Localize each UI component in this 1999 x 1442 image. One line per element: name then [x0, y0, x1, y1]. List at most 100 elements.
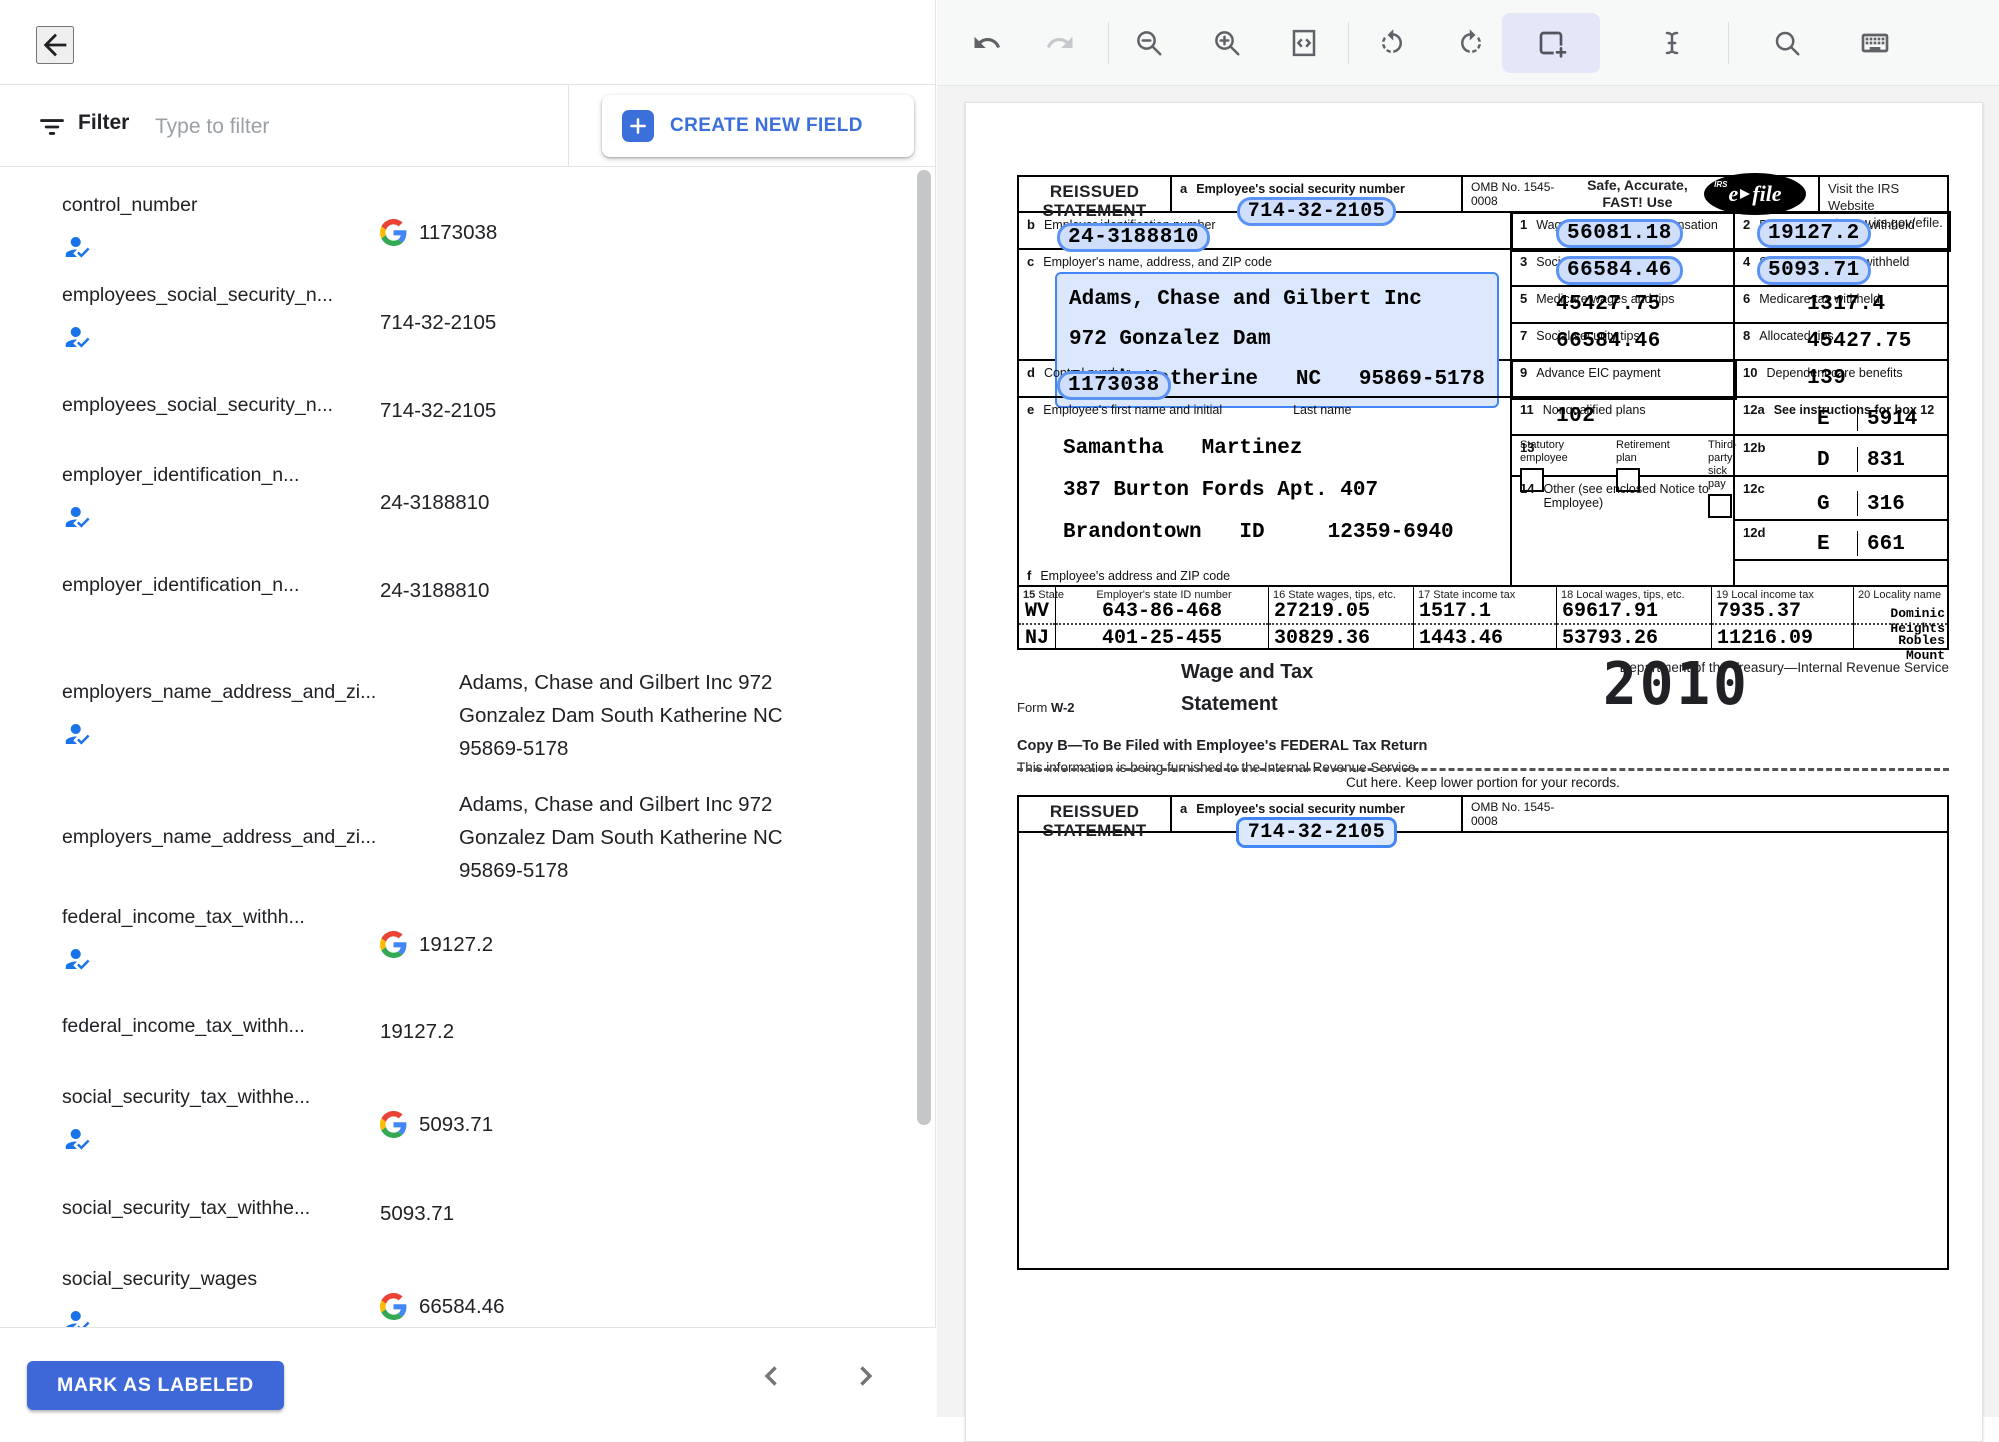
next-page-button[interactable]: [848, 1356, 888, 1396]
back-button[interactable]: [36, 26, 74, 64]
state-col-3: 17 State income tax1517.11443.46: [1414, 587, 1557, 648]
state-col-1: Employer's state ID number643-86-468401-…: [1056, 587, 1269, 648]
box-value: 66584.46: [1556, 330, 1661, 353]
field-list-item[interactable]: social_security_wages66584.46: [0, 1255, 916, 1327]
google-extracted-icon: [380, 1111, 407, 1138]
zoom-in-button[interactable]: [1204, 20, 1250, 66]
search-button[interactable]: [1764, 20, 1810, 66]
filter-label: Filter: [78, 111, 129, 135]
field-list-item[interactable]: employer_identification_n...24-3188810: [0, 561, 916, 648]
employee-value: Samantha Martinez387 Burton Fords Apt. 4…: [1063, 428, 1454, 554]
field-list-item[interactable]: employers_name_address_and_zi... Adams, C…: [0, 769, 916, 893]
omb-number: OMB No. 1545-0008: [1463, 800, 1569, 828]
box-value: 139: [1807, 367, 1846, 390]
keyboard-button[interactable]: [1852, 20, 1898, 66]
state-row-divider: [1269, 623, 1413, 625]
state-row-divider: [1712, 623, 1853, 625]
box-2-cell: 2Federal income tax withheld19127.2: [1735, 213, 1947, 250]
field-list-panel: Filter CREATE NEW FIELD control_number11…: [0, 0, 936, 1417]
reissued-cell: REISSUEDSTATEMENT: [1019, 177, 1172, 213]
box-12b-cell: 12bD831: [1735, 436, 1947, 477]
rotate-left-icon: [1377, 28, 1407, 58]
fit-width-button[interactable]: [1281, 20, 1327, 66]
box-label: 12d: [1735, 521, 1947, 540]
ssn-cell: aEmployee's social security number714-32…: [1172, 177, 1463, 213]
ein-cell: bEmployer identification number24-318881…: [1019, 213, 1512, 250]
state-row-value: 7935.37: [1712, 600, 1853, 623]
w2-form-copy-b: REISSUEDSTATEMENTaEmployee's social secu…: [1017, 175, 1949, 650]
mark-as-labeled-button[interactable]: MARK AS LABELED: [27, 1361, 284, 1410]
empty-cell: [1735, 561, 1947, 585]
box-8-cell: 8Allocated tips45427.75: [1735, 324, 1947, 361]
field-list-item[interactable]: employees_social_security_n...714-32-210…: [0, 271, 916, 381]
safe-accurate-text: Safe, Accurate,FAST! Use: [1579, 177, 1696, 211]
box-10-cell: 10Dependent care benefits139: [1735, 361, 1947, 398]
field-name-label: social_security_tax_withhe...: [62, 1197, 362, 1220]
field-value: 714-32-2105: [380, 306, 496, 339]
field-list-scrollbar[interactable]: [917, 170, 931, 1125]
field-value: 5093.71: [419, 1108, 493, 1141]
state-row-value: 1517.1: [1414, 600, 1556, 623]
plus-icon: [622, 110, 654, 142]
filter-bar: Filter CREATE NEW FIELD: [0, 84, 935, 167]
zoom-out-button[interactable]: [1126, 20, 1172, 66]
field-name-label: employer_identification_n...: [62, 464, 362, 487]
toolbar-divider: [1108, 22, 1109, 64]
box-value: 56081.18: [1556, 219, 1683, 248]
box-value: 1317.4: [1807, 293, 1886, 316]
state-row-value: 69617.91: [1557, 600, 1711, 623]
field-value: 19127.2: [380, 1015, 454, 1048]
field-list-item[interactable]: social_security_tax_withhe...5093.71: [0, 1073, 916, 1184]
document-viewer: REISSUEDSTATEMENTaEmployee's social secu…: [937, 0, 1999, 1417]
box-label: 11Nonqualified plans: [1512, 398, 1733, 417]
toolbar-divider: [1728, 22, 1729, 64]
field-list-item[interactable]: federal_income_tax_withh...19127.2: [0, 1002, 916, 1073]
rotate-right-icon: [1456, 28, 1486, 58]
box-label: eEmployee's first name and initialLast n…: [1019, 398, 1510, 417]
document-page[interactable]: REISSUEDSTATEMENTaEmployee's social secu…: [965, 102, 1983, 1442]
field-list-item[interactable]: employers_name_address_and_zi...Adams, C…: [0, 648, 916, 769]
box-value: 24-3188810: [1057, 223, 1210, 252]
box-7-cell: 7Social security tips66584.46: [1512, 324, 1735, 361]
field-list-item[interactable]: social_security_tax_withhe...5093.71: [0, 1184, 916, 1255]
field-name-label: control_number: [62, 194, 362, 217]
text-select-icon: [1657, 28, 1687, 58]
rotate-right-button[interactable]: [1448, 20, 1494, 66]
state-header: 20 Locality name: [1854, 587, 1947, 601]
rotate-left-button[interactable]: [1369, 20, 1415, 66]
state-col-6: 20 Locality nameDominic HeightsRobles Mo…: [1854, 587, 1947, 648]
previous-page-button[interactable]: [755, 1356, 795, 1396]
field-list-item[interactable]: employer_identification_n...24-3188810: [0, 451, 916, 561]
add-bounding-box-button[interactable]: [1502, 13, 1600, 73]
field-list-item[interactable]: federal_income_tax_withh...19127.2: [0, 893, 916, 1002]
undo-button[interactable]: [964, 20, 1010, 66]
box-value: 66584.46: [1556, 256, 1683, 285]
box-label: 12c: [1735, 477, 1947, 496]
box-1-cell: 1Wages, tips, other compensation56081.18: [1512, 213, 1735, 250]
field-list-item[interactable]: control_number1173038: [0, 181, 916, 271]
redo-button[interactable]: [1037, 20, 1083, 66]
state-row-value: 401-25-455: [1056, 627, 1268, 650]
state-row-value: 53793.26: [1557, 627, 1711, 650]
box-6-cell: 6Medicare tax withheld1317.4: [1735, 287, 1947, 324]
field-value: 24-3188810: [380, 574, 489, 607]
google-extracted-icon: [380, 931, 407, 958]
box-label: 12b: [1735, 436, 1947, 455]
field-list-item[interactable]: employees_social_security_n...714-32-210…: [0, 381, 916, 451]
field-value: Adams, Chase and Gilbert Inc 972 Gonzale…: [459, 788, 849, 887]
box-label: 14Other (see enclosed Notice to Employee…: [1512, 477, 1733, 510]
text-select-button[interactable]: [1649, 20, 1695, 66]
ssn-cell: aEmployee's social security number714-32…: [1172, 797, 1463, 833]
box-12b-code: D: [1817, 449, 1830, 472]
state-row-divider: [1019, 623, 1055, 625]
box-label: aEmployee's social security number: [1172, 177, 1461, 196]
filter-input[interactable]: [155, 103, 550, 151]
create-new-field-button[interactable]: CREATE NEW FIELD: [602, 95, 914, 157]
header-right-cell: OMB No. 1545-0008: [1463, 797, 1947, 833]
toolbar-divider: [1348, 22, 1349, 64]
state-col-5: 19 Local income tax7935.3711216.09: [1712, 587, 1854, 648]
field-name-label: employers_name_address_and_zi...: [62, 826, 362, 849]
ssn-value: 714-32-2105: [1236, 817, 1398, 848]
state-col-4: 18 Local wages, tips, etc.69617.9153793.…: [1557, 587, 1712, 648]
box-label: cEmployer's name, address, and ZIP code: [1019, 250, 1510, 269]
